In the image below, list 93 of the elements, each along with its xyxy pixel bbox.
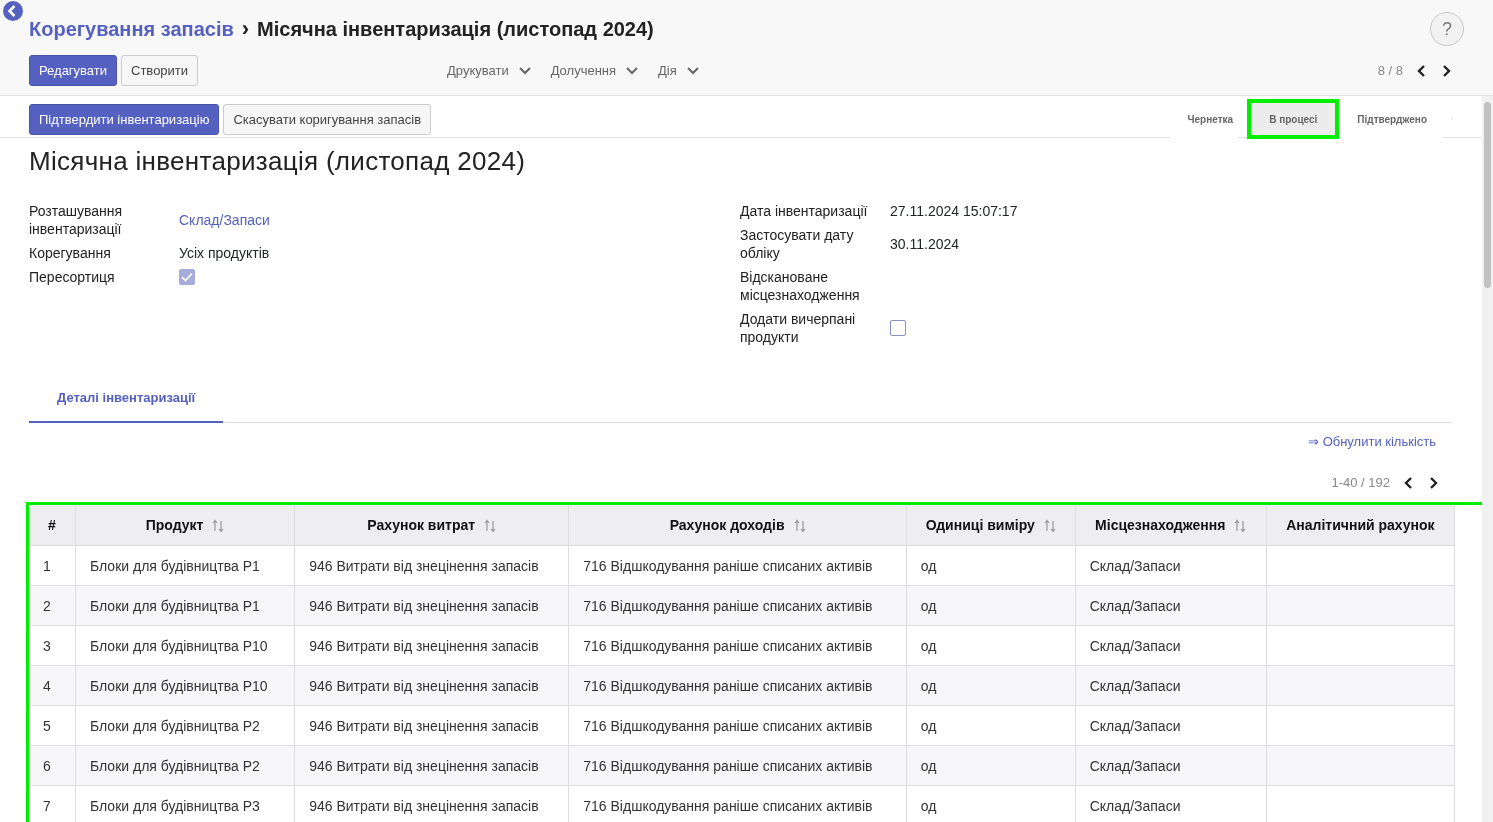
caret-icon: [686, 66, 699, 75]
table-cell: 6: [27, 745, 76, 786]
list-pager-counter: 1-40 / 192: [1331, 475, 1390, 490]
table-cell: 946 Витрати від знецінення запасів: [294, 785, 569, 822]
previous-icon[interactable]: [1417, 64, 1427, 77]
table-cell: 946 Витрати від знецінення запасів: [294, 745, 569, 786]
checkbox[interactable]: [179, 269, 195, 285]
table-cell: 716 Відшкодування раніше списаних активів: [568, 745, 907, 786]
record-title: Місячна інвентаризація (листопад 2024): [257, 17, 654, 41]
confirm-button[interactable]: Підтвердити інвентаризацію: [29, 103, 220, 135]
field-label: Дата інвентаризації: [740, 202, 869, 220]
field-label: Розташування інвентаризації: [29, 202, 124, 238]
table-cell: од: [906, 585, 1076, 626]
form-title: Місячна інвентаризація (листопад 2024): [29, 146, 527, 177]
table-cell: 5: [27, 705, 76, 746]
scrollbar-thumb[interactable]: [1484, 102, 1491, 288]
checkbox[interactable]: [890, 320, 906, 336]
table-cell: 2: [27, 585, 76, 626]
breadcrumb-separator: ›: [241, 16, 250, 42]
table-cell: Склад/Запаси: [1075, 585, 1267, 626]
table-cell: Блоки для будівництва P3: [75, 785, 295, 822]
cancel-button[interactable]: Скасувати коригування запасів: [223, 103, 432, 135]
table-cell: од: [906, 785, 1076, 822]
column-header[interactable]: #: [27, 503, 76, 546]
breadcrumb-link[interactable]: Корегування запасів: [29, 17, 234, 41]
table-cell: Склад/Запаси: [1075, 665, 1267, 706]
table-cell: Склад/Запаси: [1075, 625, 1267, 666]
sort-icon: [1234, 519, 1247, 534]
caret-icon: [626, 66, 639, 75]
field-label: Відскановане місцезнаходження: [740, 268, 861, 304]
table-cell: Склад/Запаси: [1075, 785, 1267, 822]
table-cell: 946 Витрати від знецінення запасів: [294, 625, 569, 666]
create-button[interactable]: Створити: [121, 55, 199, 86]
dropdown-button[interactable]: Долучення: [550, 63, 639, 78]
pager-counter: 8 / 8: [1377, 63, 1403, 78]
previous-icon[interactable]: [1404, 476, 1414, 489]
help-button[interactable]: ?: [1430, 12, 1464, 46]
caret-icon: [518, 66, 531, 75]
reset-quantity-link[interactable]: ⇒ Обнулити кількість: [1308, 434, 1436, 449]
table-cell: од: [906, 545, 1076, 586]
table-cell: 946 Витрати від знецінення запасів: [294, 545, 569, 586]
table-cell: од: [906, 625, 1076, 666]
table-cell: 716 Відшкодування раніше списаних активів: [568, 705, 907, 746]
column-header[interactable]: Продукт: [75, 503, 295, 546]
back-icon[interactable]: [3, 1, 23, 21]
table-cell: Склад/Запаси: [1075, 745, 1267, 786]
column-header[interactable]: Рахунок доходів: [568, 503, 907, 546]
table-cell: Блоки для будівництва P2: [75, 745, 295, 786]
sort-icon: [1043, 519, 1056, 534]
table-cell: од: [906, 745, 1076, 786]
table-cell: 716 Відшкодування раніше списаних активів: [568, 545, 907, 586]
field-value: Усіх продуктів: [179, 244, 270, 262]
column-header[interactable]: Місцезнаходження: [1075, 503, 1267, 546]
table-cell: Блоки для будівництва P1: [75, 585, 295, 626]
dropdown-button[interactable]: Дія: [658, 63, 699, 78]
table-cell: Блоки для будівництва P1: [75, 545, 295, 586]
field-value: 30.11.2024: [890, 235, 960, 253]
table-cell: од: [906, 705, 1076, 746]
table-cell: 946 Витрати від знецінення запасів: [294, 585, 569, 626]
field-value: 27.11.2024 15:07:17: [890, 202, 1018, 220]
sort-icon: [484, 519, 497, 534]
next-icon[interactable]: [1428, 476, 1438, 489]
table-cell: 7: [27, 785, 76, 822]
tab[interactable]: Деталі інвентаризації: [29, 378, 224, 423]
table-cell: 716 Відшкодування раніше списаних активів: [568, 585, 907, 626]
table-cell: 716 Відшкодування раніше списаних активів: [568, 625, 907, 666]
table-cell: 946 Витрати від знецінення запасів: [294, 705, 569, 746]
column-header[interactable]: Рахунок витрат: [294, 503, 569, 546]
table-cell: 716 Відшкодування раніше списаних активів: [568, 785, 907, 822]
table-cell: Блоки для будівництва P2: [75, 705, 295, 746]
column-header[interactable]: Аналітичний рахунок: [1266, 503, 1455, 546]
table-cell: Блоки для будівництва P10: [75, 665, 295, 706]
location-link[interactable]: Склад/Запаси: [179, 211, 270, 229]
table-cell: 946 Витрати від знецінення запасів: [294, 665, 569, 706]
table-cell: Склад/Запаси: [1075, 705, 1267, 746]
edit-button[interactable]: Редагувати: [29, 55, 118, 86]
sort-icon: [212, 519, 225, 534]
column-header[interactable]: Одиниці виміру: [906, 503, 1076, 546]
field-label: Корегування: [29, 244, 112, 262]
dropdown-button[interactable]: Друкувати: [447, 63, 531, 78]
table-cell: 4: [27, 665, 76, 706]
field-label: Пересортиця: [29, 268, 116, 286]
table-cell: Блоки для будівництва P10: [75, 625, 295, 666]
field-label: Застосувати дату обліку: [740, 226, 855, 262]
table-cell: Склад/Запаси: [1075, 545, 1267, 586]
table-cell: 1: [27, 545, 76, 586]
table-cell: 716 Відшкодування раніше списаних активів: [568, 665, 907, 706]
field-label: Додати вичерпані продукти: [740, 310, 857, 346]
sort-icon: [793, 519, 806, 534]
table-cell: 3: [27, 625, 76, 666]
status-step[interactable]: В процесі: [1247, 99, 1340, 139]
table-cell: од: [906, 665, 1076, 706]
next-icon[interactable]: [1441, 64, 1451, 77]
